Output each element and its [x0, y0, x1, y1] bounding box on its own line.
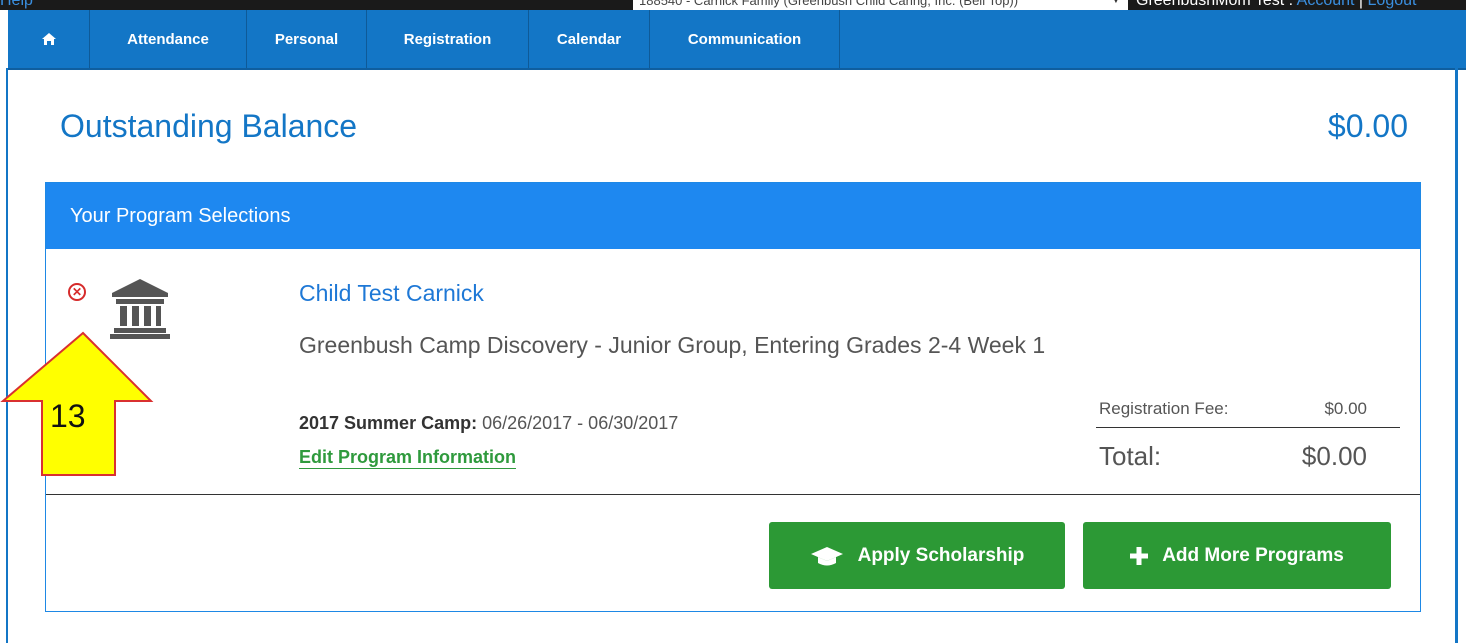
total-value: $0.00 — [1301, 441, 1367, 471]
program-selections-panel: Your Program Selections ✕ Child Test Car… — [45, 182, 1421, 612]
account-link[interactable]: Account — [1297, 0, 1355, 9]
top-account-bar: Help 188540 - Carnick Family (Greenbush … — [0, 0, 1466, 10]
logout-link[interactable]: Logout — [1368, 0, 1417, 9]
panel-heading: Your Program Selections — [46, 183, 1420, 249]
chevron-down-icon: ▼ — [1110, 0, 1122, 6]
apply-scholarship-label: Apply Scholarship — [857, 544, 1025, 566]
nav-communication[interactable]: Communication — [650, 10, 840, 68]
right-frame-border — [1455, 68, 1458, 643]
home-icon — [41, 33, 56, 45]
nav-calendar[interactable]: Calendar — [529, 10, 650, 68]
divider — [1096, 427, 1400, 428]
add-more-programs-button[interactable]: Add More Programs — [1083, 522, 1391, 589]
graduation-cap-icon — [810, 546, 843, 565]
camp-session: 2017 Summer Camp: 06/26/2017 - 06/30/201… — [299, 413, 678, 434]
main-nav: Attendance Personal Registration Calenda… — [8, 10, 1466, 70]
family-select-value: 188540 - Carnick Family (Greenbush Child… — [639, 0, 1019, 8]
child-name-link[interactable]: Child Test Carnick — [299, 280, 484, 307]
remove-program-button[interactable]: ✕ — [68, 283, 86, 301]
family-select[interactable]: 188540 - Carnick Family (Greenbush Child… — [633, 0, 1128, 10]
nav-personal[interactable]: Personal — [247, 10, 367, 68]
page-title: Outstanding Balance — [60, 108, 358, 144]
add-more-programs-label: Add More Programs — [1162, 544, 1344, 566]
user-name: GreenbushMom Test — [1136, 0, 1285, 9]
nav-home[interactable] — [8, 10, 90, 68]
total-label: Total: — [1099, 441, 1162, 471]
outstanding-balance-amount: $0.00 — [1327, 108, 1408, 144]
remove-circle-icon: ✕ — [71, 285, 83, 299]
edit-program-link[interactable]: Edit Program Information — [299, 447, 517, 469]
step-number: 13 — [50, 398, 86, 434]
bank-icon — [110, 279, 170, 339]
registration-fee-value: $0.00 — [1324, 399, 1367, 418]
divider — [46, 494, 1420, 495]
nav-attendance[interactable]: Attendance — [90, 10, 247, 68]
camp-dates: 06/26/2017 - 06/30/2017 — [482, 413, 679, 433]
help-link[interactable]: Help — [0, 0, 33, 10]
camp-label: 2017 Summer Camp: — [299, 413, 478, 433]
program-name: Greenbush Camp Discovery - Junior Group,… — [299, 332, 1046, 358]
user-info: GreenbushMom Test : Account | Logout — [1136, 0, 1416, 10]
apply-scholarship-button[interactable]: Apply Scholarship — [769, 522, 1065, 589]
plus-icon — [1130, 546, 1149, 565]
registration-fee-label: Registration Fee: — [1099, 399, 1229, 418]
nav-registration[interactable]: Registration — [367, 10, 529, 68]
